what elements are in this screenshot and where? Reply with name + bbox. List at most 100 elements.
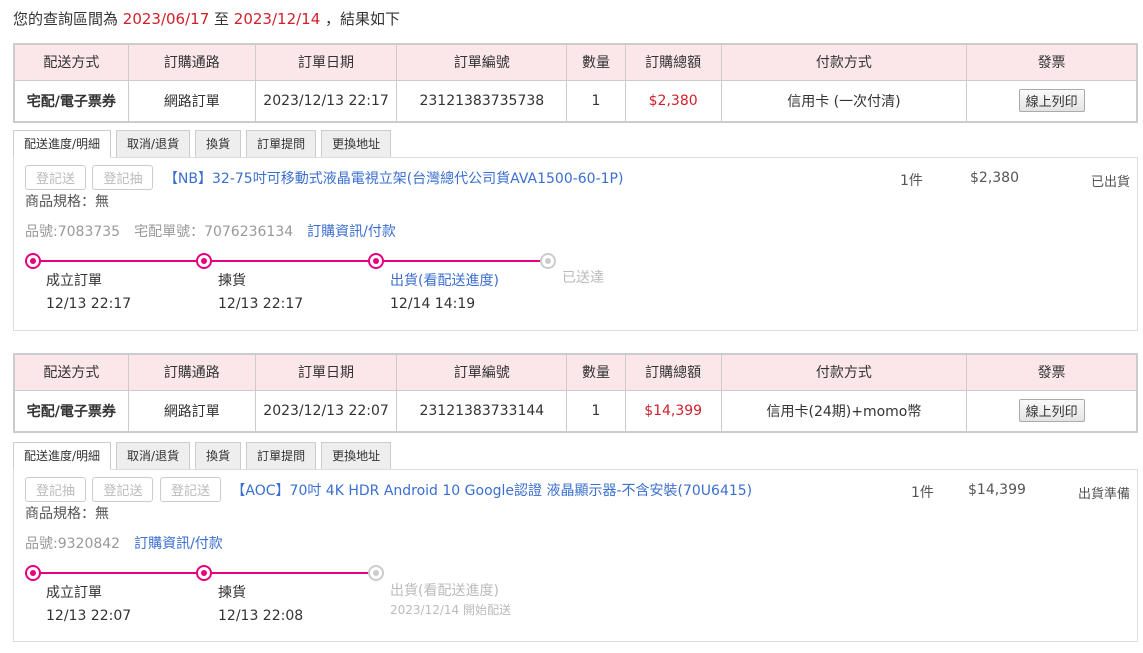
product-row: 登記送 登記抽 【NB】32-75吋可移動式液晶電視立架(台灣總代公司貨AVA1… [25,165,1126,190]
stage-time-picking: 12/13 22:08 [218,608,304,624]
header-invoice: 發票 [966,43,1138,81]
tab-exchange[interactable]: 換貨 [195,130,242,158]
item-number: 品號:9320842 [25,536,121,552]
print-invoice-button[interactable]: 線上列印 [1018,399,1085,423]
range-suffix: ，結果如下 [320,10,401,28]
stage-time-order-created: 12/13 22:17 [46,296,132,312]
order-info-payment-link[interactable]: 訂購資訊/付款 [134,536,223,552]
register-draw-button[interactable]: 登記抽 [92,165,154,190]
register-gift-button[interactable]: 登記送 [92,477,154,502]
tab-cancel-return[interactable]: 取消/退貨 [116,130,191,158]
timeline-progress-line [33,260,549,262]
header-quantity: 數量 [566,353,626,391]
order-table-1: 配送方式 訂購通路 訂單日期 訂單編號 數量 訂購總額 付款方式 發票 宅配/電… [13,43,1138,123]
order-detail-panel-1: 登記送 登記抽 【NB】32-75吋可移動式液晶電視立架(台灣總代公司貨AVA1… [13,157,1138,331]
header-invoice: 發票 [966,353,1138,391]
header-quantity: 數量 [566,43,626,81]
stage-time-picking: 12/13 22:17 [218,296,304,312]
item-quantity: 1件 [911,485,934,501]
order-quantity: 1 [566,79,626,123]
print-invoice-button[interactable]: 線上列印 [1018,89,1085,113]
ship-method: 宅配/電子票券 [13,389,129,433]
item-amount: $14,399 [968,482,1026,498]
order-table-2: 配送方式 訂購通路 訂單日期 訂單編號 數量 訂購總額 付款方式 發票 宅配/電… [13,353,1138,433]
tab-cancel-return[interactable]: 取消/退貨 [116,442,191,470]
stage-delivered: 已送達 [562,270,604,286]
item-amount: $2,380 [970,170,1019,186]
stage-shipped-link[interactable]: 出貨(看配送進度) [390,270,499,290]
timeline-dot-shipped [368,253,384,269]
header-order-date: 訂單日期 [254,43,398,81]
timeline-dot-shipped [368,565,384,581]
header-ship-method: 配送方式 [13,43,129,81]
product-name-link[interactable]: 【AOC】70吋 4K HDR Android 10 Google認證 液晶顯示… [231,480,752,500]
order-number: 23121383735738 [396,79,568,123]
header-channel: 訂購通路 [127,353,256,391]
tab-order-question[interactable]: 訂單提問 [246,130,317,158]
header-ship-method: 配送方式 [13,353,129,391]
header-channel: 訂購通路 [127,43,256,81]
order-date: 2023/12/13 22:07 [254,389,398,433]
stage-order-created: 成立訂單 [46,273,102,289]
stage-picking: 揀貨 [218,273,246,289]
stage-shipped-note: 2023/12/14 開始配送 [390,603,511,617]
timeline-dot-picking [196,253,212,269]
timeline-dot-picking [196,565,212,581]
order-number: 23121383733144 [396,389,568,433]
order-tabs-1: 配送進度/明細 取消/退貨 換貨 訂單提問 更換地址 [13,130,396,158]
header-total: 訂購總額 [624,353,722,391]
header-order-no: 訂單編號 [396,43,568,81]
tab-change-address[interactable]: 更換地址 [321,130,392,158]
tab-shipping-detail[interactable]: 配送進度/明細 [13,442,112,470]
register-draw-button[interactable]: 登記抽 [25,477,87,502]
order-header-row: 配送方式 訂購通路 訂單日期 訂單編號 數量 訂購總額 付款方式 發票 [13,353,1138,391]
stage-shipped: 出貨(看配送進度) [390,583,499,599]
stage-time-shipped: 12/14 14:19 [390,296,476,312]
stage-order-created: 成立訂單 [46,585,102,601]
invoice-cell: 線上列印 [966,79,1138,123]
ship-method: 宅配/電子票券 [13,79,129,123]
product-name-link[interactable]: 【NB】32-75吋可移動式液晶電視立架(台灣總代公司貨AVA1500-60-1… [164,168,624,188]
range-end-date: 2023/12/14 [233,10,321,28]
order-timeline: 成立訂單 12/13 22:07 揀貨 12/13 22:08 出貨(看配送進度… [25,565,625,628]
header-total: 訂購總額 [624,43,722,81]
header-order-date: 訂單日期 [254,353,398,391]
payment-method: 信用卡(24期)+momo幣 [720,389,968,433]
order-quantity: 1 [566,389,626,433]
tracking-number: 宅配單號：7076236134 [134,224,294,240]
order-date: 2023/12/13 22:17 [254,79,398,123]
range-middle: 至 [209,10,234,28]
order-detail-panel-2: 登記抽 登記送 登記送 【AOC】70吋 4K HDR Android 10 G… [13,469,1138,642]
tab-order-question[interactable]: 訂單提問 [246,442,317,470]
timeline-dot-order-created [25,253,41,269]
tab-shipping-detail[interactable]: 配送進度/明細 [13,130,112,158]
order-row: 宅配/電子票券 網路訂單 2023/12/13 22:17 2312138373… [13,79,1138,123]
item-info-row: 品號:7083735 宅配單號：7076236134 訂購資訊/付款 [25,221,396,241]
shipping-status: 出貨準備 [1077,487,1130,502]
header-order-no: 訂單編號 [396,353,568,391]
tab-change-address[interactable]: 更換地址 [321,442,392,470]
register-gift-button[interactable]: 登記送 [25,165,87,190]
tab-exchange[interactable]: 換貨 [195,442,242,470]
order-channel: 網路訂單 [127,79,256,123]
order-tabs-2: 配送進度/明細 取消/退貨 換貨 訂單提問 更換地址 [13,442,396,470]
order-channel: 網路訂單 [127,389,256,433]
range-start-date: 2023/06/17 [122,10,210,28]
query-range-text: 您的查詢區間為 2023/06/17 至 2023/12/14 ，結果如下 [13,8,400,29]
order-header-row: 配送方式 訂購通路 訂單日期 訂單編號 數量 訂購總額 付款方式 發票 [13,43,1138,81]
order-total: $2,380 [624,79,722,123]
product-row: 登記抽 登記送 登記送 【AOC】70吋 4K HDR Android 10 G… [25,477,1126,502]
stage-time-order-created: 12/13 22:07 [46,608,132,624]
item-info-row: 品號:9320842 訂購資訊/付款 [25,533,223,553]
product-spec: 商品規格：無 [25,194,109,210]
order-info-payment-link[interactable]: 訂購資訊/付款 [307,224,396,240]
timeline-dot-order-created [25,565,41,581]
shipping-status: 已出貨 [1090,175,1130,190]
register-gift-button[interactable]: 登記送 [159,477,221,502]
invoice-cell: 線上列印 [966,389,1138,433]
product-spec: 商品規格：無 [25,506,109,522]
timeline-dot-delivered [540,253,556,269]
header-payment: 付款方式 [720,353,968,391]
order-total: $14,399 [624,389,722,433]
range-prefix: 您的查詢區間為 [13,10,123,28]
